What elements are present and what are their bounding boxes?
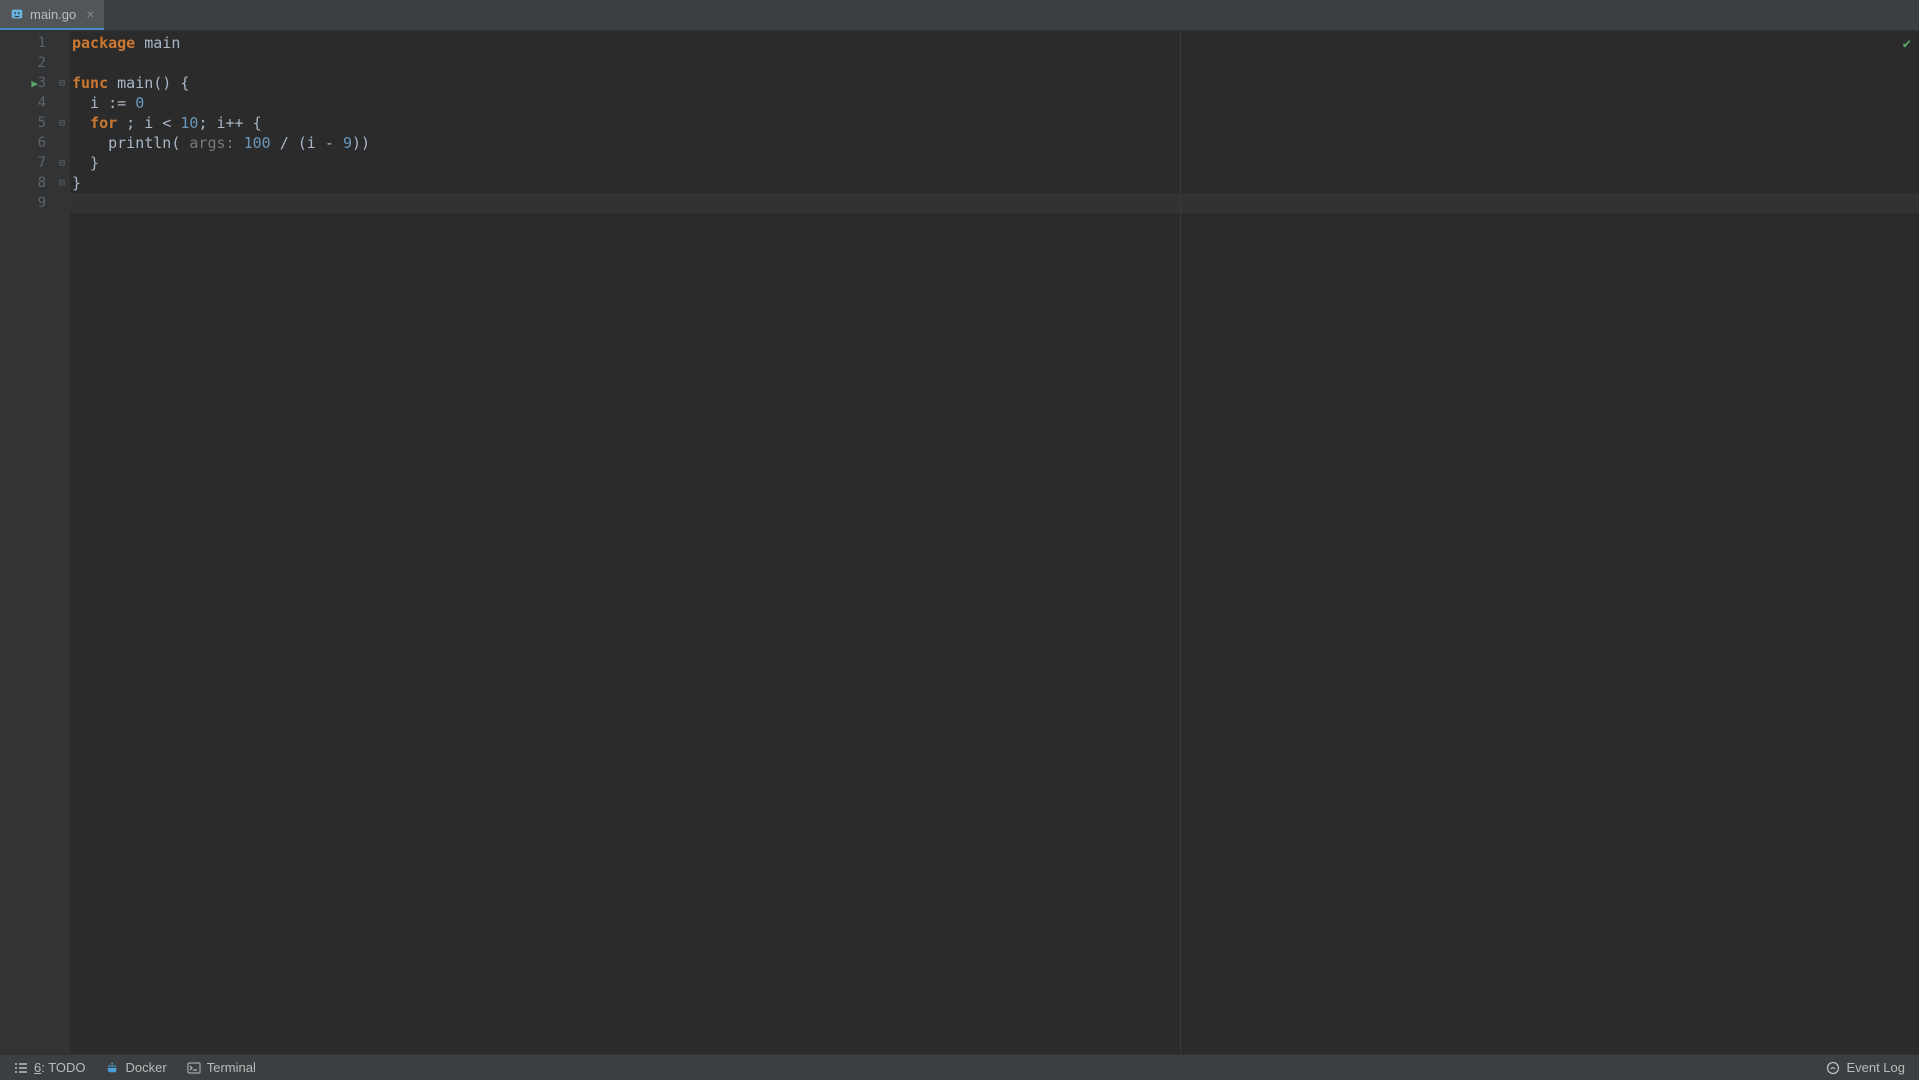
- gutter-line[interactable]: 1: [0, 33, 70, 53]
- fold-close-icon[interactable]: ⊟: [56, 158, 68, 169]
- code-line[interactable]: i := 0: [70, 93, 1919, 113]
- file-tab[interactable]: main.go ×: [0, 0, 104, 30]
- code-line[interactable]: func main() {: [70, 73, 1919, 93]
- code-line[interactable]: }: [70, 153, 1919, 173]
- event-log-label: Event Log: [1846, 1060, 1905, 1075]
- event-log-icon: [1826, 1061, 1840, 1075]
- event-log-button[interactable]: Event Log: [1826, 1060, 1905, 1075]
- gutter-line[interactable]: ▶ ⊟ 3: [0, 73, 70, 93]
- todo-tool-button[interactable]: 6: TODO: [14, 1060, 86, 1075]
- terminal-label: Terminal: [207, 1060, 256, 1075]
- gutter-line[interactable]: ⊟ 5: [0, 113, 70, 133]
- editor-area[interactable]: 1 2 ▶ ⊟ 3 4 ⊟ 5 6 ⊟ 7 ⊟ 8 9 package main…: [0, 31, 1919, 1054]
- tool-windows-left: 6: TODO Docker T: [14, 1060, 256, 1075]
- current-line-highlight: [70, 193, 1919, 213]
- fold-open-icon[interactable]: ⊟: [56, 78, 68, 89]
- run-icon[interactable]: ▶: [31, 77, 38, 90]
- todo-label: 6: TODO: [34, 1060, 86, 1075]
- code-line[interactable]: println( args: 100 / (i - 9)): [70, 133, 1919, 153]
- code-line[interactable]: }: [70, 173, 1919, 193]
- right-margin-guide: [1180, 31, 1181, 1054]
- inspection-ok-icon[interactable]: ✔: [1903, 36, 1911, 52]
- docker-icon: [106, 1061, 120, 1075]
- code-content[interactable]: package main func main() { i := 0 for ; …: [70, 31, 1919, 1054]
- code-line[interactable]: package main: [70, 33, 1919, 53]
- gutter-line[interactable]: 9: [0, 193, 70, 213]
- docker-tool-button[interactable]: Docker: [106, 1060, 167, 1075]
- terminal-icon: [187, 1061, 201, 1075]
- tab-filename: main.go: [30, 7, 76, 22]
- gutter-line[interactable]: ⊟ 8: [0, 173, 70, 193]
- status-bar: 6: TODO Docker T: [0, 1054, 1919, 1080]
- code-line[interactable]: for ; i < 10; i++ {: [70, 113, 1919, 133]
- fold-close-icon[interactable]: ⊟: [56, 178, 68, 189]
- docker-label: Docker: [126, 1060, 167, 1075]
- fold-open-icon[interactable]: ⊟: [56, 118, 68, 129]
- gutter-line[interactable]: 4: [0, 93, 70, 113]
- go-file-icon: [10, 7, 24, 21]
- gutter-line[interactable]: ⊟ 7: [0, 153, 70, 173]
- gutter-line[interactable]: 6: [0, 133, 70, 153]
- close-icon[interactable]: ×: [86, 6, 94, 22]
- terminal-tool-button[interactable]: Terminal: [187, 1060, 256, 1075]
- gutter: 1 2 ▶ ⊟ 3 4 ⊟ 5 6 ⊟ 7 ⊟ 8 9: [0, 31, 70, 1054]
- list-icon: [14, 1061, 28, 1075]
- gutter-line[interactable]: 2: [0, 53, 70, 73]
- tab-bar: main.go ×: [0, 0, 1919, 31]
- code-line[interactable]: [70, 53, 1919, 73]
